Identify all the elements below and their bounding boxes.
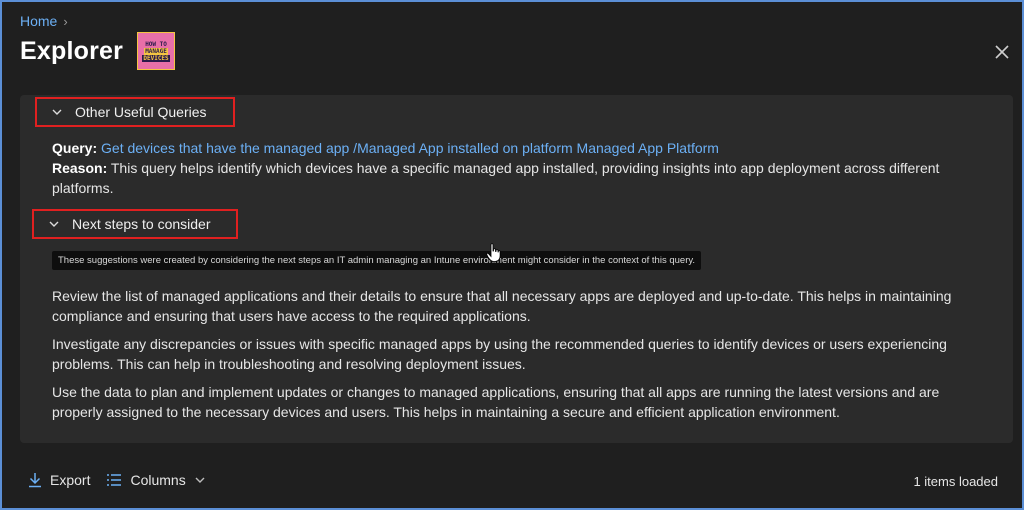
next-step-paragraph: Review the list of managed applications … <box>52 288 952 324</box>
section-label: Other Useful Queries <box>75 104 207 120</box>
explorer-window: Home › Explorer HOW TO MANAGE DEVICES Ot… <box>0 0 1024 510</box>
query-link[interactable]: Get devices that have the managed app /M… <box>101 140 719 156</box>
section-label: Next steps to consider <box>72 216 211 232</box>
export-button[interactable]: Export <box>28 472 90 488</box>
breadcrumb: Home › <box>20 13 68 29</box>
breadcrumb-home-link[interactable]: Home <box>20 13 57 29</box>
section-header-other-useful-queries[interactable]: Other Useful Queries <box>35 97 235 127</box>
results-panel: Other Useful Queries Query: Get devices … <box>20 95 1013 443</box>
chevron-right-icon: › <box>63 13 68 29</box>
footer-toolbar: Export Columns <box>28 472 206 488</box>
chevron-down-icon <box>195 477 205 483</box>
logo-line-2: MANAGE <box>144 47 168 55</box>
chevron-down-icon <box>49 221 59 227</box>
title-row: Explorer HOW TO MANAGE DEVICES <box>20 32 176 70</box>
items-loaded-status: 1 items loaded <box>913 474 998 489</box>
chevron-down-icon <box>52 109 62 115</box>
close-icon[interactable] <box>992 42 1012 62</box>
query-label: Query: <box>52 140 98 156</box>
reason-text: This query helps identify which devices … <box>52 160 940 196</box>
list-icon <box>107 474 122 486</box>
reason-label: Reason: <box>52 160 108 176</box>
page-title: Explorer <box>20 36 124 65</box>
info-tooltip: These suggestions were created by consid… <box>52 251 702 270</box>
download-icon <box>29 473 41 488</box>
how-to-manage-devices-logo: HOW TO MANAGE DEVICES <box>137 32 176 70</box>
section-header-next-steps[interactable]: Next steps to consider <box>32 209 238 239</box>
logo-line-3: DEVICES <box>142 54 170 62</box>
columns-button[interactable]: Columns <box>106 472 205 488</box>
export-label: Export <box>50 472 91 488</box>
hand-pointer-cursor-icon <box>486 243 501 262</box>
logo-line-1: HOW TO <box>145 40 167 48</box>
next-step-paragraph: Use the data to plan and implement updat… <box>52 384 940 420</box>
query-line: Query: Get devices that have the managed… <box>52 138 719 158</box>
next-step-paragraph: Investigate any discrepancies or issues … <box>52 336 947 372</box>
columns-label: Columns <box>130 472 186 488</box>
reason-line: Reason: This query helps identify which … <box>52 158 972 198</box>
